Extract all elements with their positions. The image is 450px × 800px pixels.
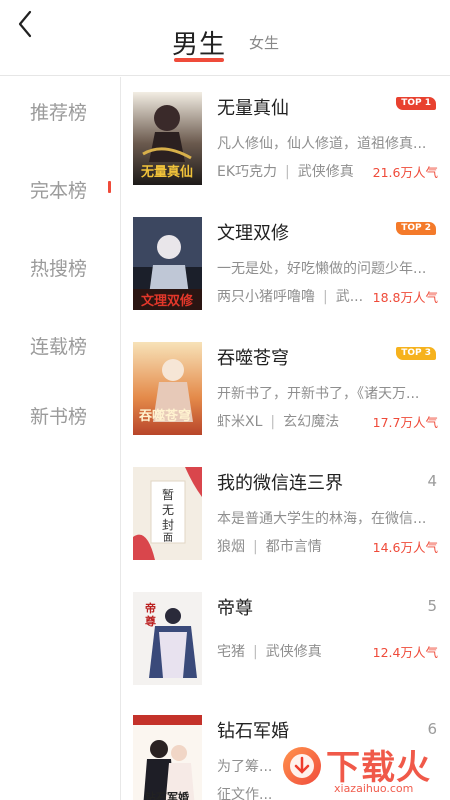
book-category: 武侠修真 xyxy=(265,644,322,660)
svg-text:钻石军婚: 钻石军婚 xyxy=(145,790,189,800)
meta-divider: | xyxy=(323,289,328,305)
sidebar-item-hot-search[interactable]: 热搜榜 xyxy=(30,254,87,281)
book-item[interactable]: 无量真仙 无量真仙 TOP 1 凡人修仙，仙人修道，道祖修真... EK巧克力 |… xyxy=(121,77,450,202)
book-author: 两只小猪呼噜噜 xyxy=(217,289,315,305)
active-tab-indicator xyxy=(174,58,224,62)
book-cover: 暂 无 封 面 xyxy=(133,467,202,560)
book-meta: 宅猪 | 武侠修真 xyxy=(217,641,322,661)
book-popularity: 14.6万人气 xyxy=(372,540,438,555)
meta-divider: | xyxy=(270,414,276,430)
book-item[interactable]: 文理双修 文理双修 TOP 2 一无是处，好吃懒做的问题少年... 两只小猪呼噜… xyxy=(121,202,450,327)
top-bar: 男生 女生 xyxy=(0,0,450,76)
watermark-url: xiazaihuo.com xyxy=(334,782,414,795)
svg-text:尊: 尊 xyxy=(145,614,156,628)
book-description: 本是普通大学生的林海，在微信... xyxy=(217,511,427,527)
book-author: 宅猪 xyxy=(217,644,245,660)
book-author: 狼烟 xyxy=(217,539,245,555)
book-category: 武... xyxy=(335,289,364,305)
svg-text:无: 无 xyxy=(162,503,174,517)
svg-text:吞噬苍穹: 吞噬苍穹 xyxy=(139,408,191,424)
book-meta: 狼烟 | 都市言情 xyxy=(217,536,322,556)
book-item[interactable]: 暂 无 封 面 我的微信连三界 4 本是普通大学生的林海，在微信... 狼烟 | 都… xyxy=(121,452,450,577)
book-popularity: 17.7万人气 xyxy=(372,415,438,430)
book-author: 虾米XL xyxy=(217,414,263,430)
book-cover: 钻石军婚 xyxy=(133,715,202,800)
book-description: 一无是处，好吃懒做的问题少年... xyxy=(217,261,427,277)
book-category: 武侠修真 xyxy=(297,164,354,180)
book-meta: 征文作... xyxy=(217,784,272,800)
book-description: 凡人修仙，仙人修道，道祖修真... xyxy=(217,136,427,152)
book-title: 帝尊 xyxy=(217,598,253,619)
book-popularity: 21.6万人气 xyxy=(372,165,438,180)
book-cover: 无量真仙 xyxy=(133,92,202,185)
meta-divider: | xyxy=(253,644,258,660)
book-item[interactable]: 帝 尊 帝尊 5 宅猪 | 武侠修真 12.4万人气 xyxy=(121,577,450,702)
svg-text:暂: 暂 xyxy=(162,488,174,502)
sidebar-item-completed[interactable]: 完本榜 xyxy=(30,176,87,203)
meta-divider: | xyxy=(285,164,290,180)
sidebar-item-recommend[interactable]: 推荐榜 xyxy=(30,98,87,125)
book-category: 都市言情 xyxy=(265,539,322,555)
book-meta: 两只小猪呼噜噜 | 武... xyxy=(217,286,363,306)
rank-number: 5 xyxy=(427,597,437,615)
book-cover: 吞噬苍穹 xyxy=(133,342,202,435)
meta-divider: | xyxy=(253,539,258,555)
book-author: EK巧克力 xyxy=(217,164,278,180)
tab-female[interactable]: 女生 xyxy=(249,32,279,53)
book-popularity: 12.4万人气 xyxy=(372,645,438,660)
sidebar-item-new-book[interactable]: 新书榜 xyxy=(30,402,87,429)
svg-text:封: 封 xyxy=(162,518,174,532)
svg-text:帝: 帝 xyxy=(145,601,156,615)
svg-text:面: 面 xyxy=(163,533,173,544)
rank-badge: TOP 3 xyxy=(396,347,436,360)
sidebar-active-marker xyxy=(108,181,111,193)
rank-badge: TOP 1 xyxy=(396,97,436,110)
book-meta: EK巧克力 | 武侠修真 xyxy=(217,161,354,181)
book-cover: 文理双修 xyxy=(133,217,202,310)
book-meta: 虾米XL | 玄幻魔法 xyxy=(217,411,339,431)
rank-number: 4 xyxy=(427,472,437,490)
book-author: 征文作... xyxy=(217,787,273,800)
book-title: 吞噬苍穹 xyxy=(217,348,289,369)
book-cover: 帝 尊 xyxy=(133,592,202,685)
book-title: 文理双修 xyxy=(217,223,289,244)
book-category: 玄幻魔法 xyxy=(283,414,340,430)
book-title: 无量真仙 xyxy=(217,98,289,119)
site-watermark: 下载火 xiazaihuo.com xyxy=(274,726,450,800)
tab-male[interactable]: 男生 xyxy=(172,24,226,61)
back-arrow-icon[interactable] xyxy=(8,4,44,44)
book-description: 开新书了，开新书了，《诸天万... xyxy=(217,386,420,402)
book-popularity: 18.8万人气 xyxy=(372,290,438,305)
book-item[interactable]: 吞噬苍穹 吞噬苍穹 TOP 3 开新书了，开新书了，《诸天万... 虾米XL | 玄… xyxy=(121,327,450,452)
svg-text:无量真仙: 无量真仙 xyxy=(140,164,193,180)
sidebar-item-serial[interactable]: 连载榜 xyxy=(30,332,87,359)
ranking-sidebar: 推荐榜 完本榜 热搜榜 连载榜 新书榜 xyxy=(0,77,121,800)
svg-text:文理双修: 文理双修 xyxy=(141,293,194,309)
book-title: 我的微信连三界 xyxy=(217,473,343,494)
rank-badge: TOP 2 xyxy=(396,222,436,235)
